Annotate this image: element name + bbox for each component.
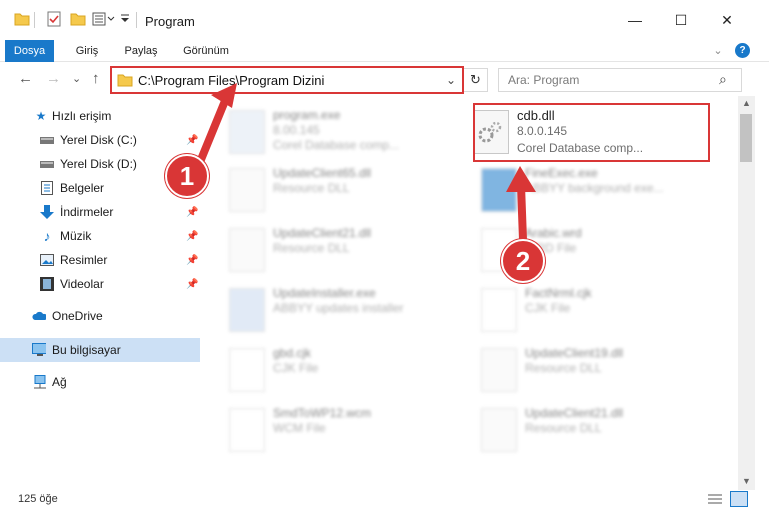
step-badge-1: 1 [165,154,209,198]
step-badge-2: 2 [501,239,545,283]
arrow-step-2 [517,181,527,244]
annotation-arrows [196,83,536,244]
arrow-head-2 [506,166,536,192]
arrow-step-1 [196,92,231,166]
